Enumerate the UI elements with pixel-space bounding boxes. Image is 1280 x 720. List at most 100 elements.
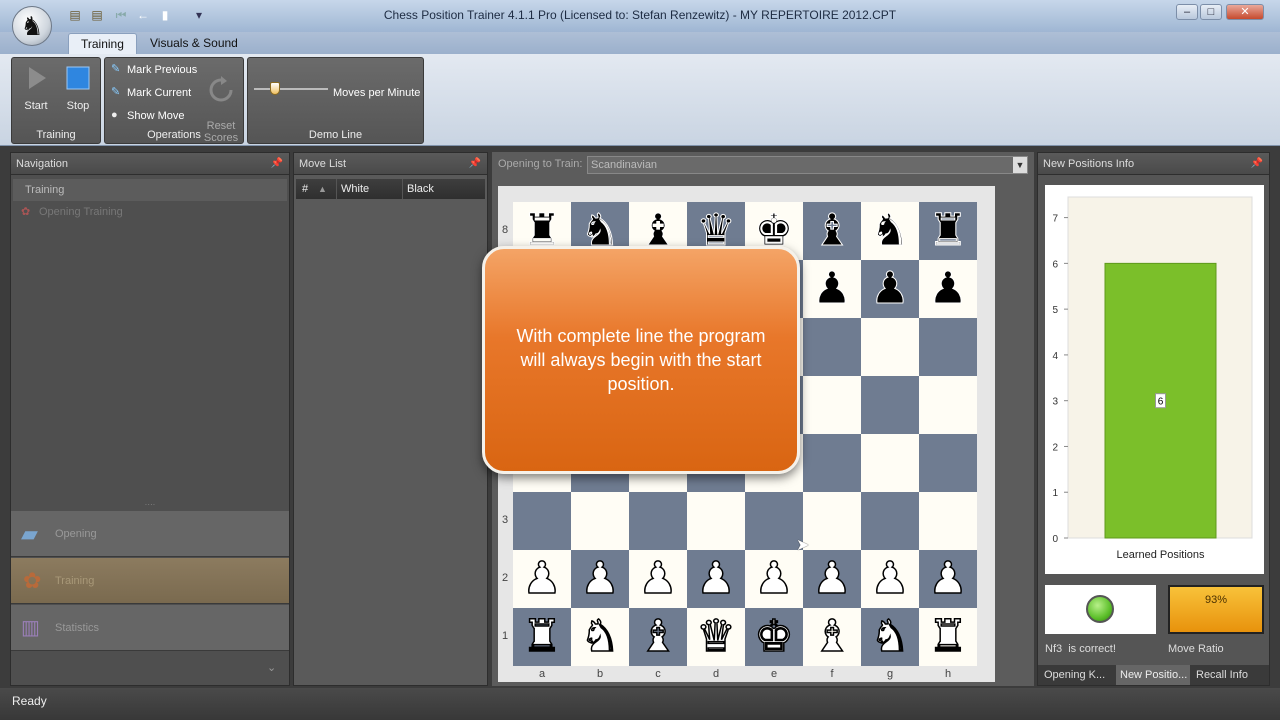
nav-button-training[interactable]: ✿ Training (11, 558, 289, 604)
white-pawn-icon[interactable]: ♟ (870, 552, 911, 605)
nav-button-opening[interactable]: ▰ Opening (11, 511, 289, 557)
white-rook-icon[interactable]: ♜ (522, 610, 563, 663)
pin-icon[interactable]: 📌 (1251, 153, 1263, 175)
white-pawn-icon[interactable]: ♟ (696, 552, 737, 605)
pin-icon[interactable]: 📌 (469, 153, 481, 175)
nav-section-training[interactable]: Training (13, 179, 287, 201)
first-move-icon[interactable]: ⏮ (114, 8, 128, 22)
database-save-icon[interactable]: ▤ (90, 8, 104, 22)
mark-current-button[interactable]: ✎ Mark Current (109, 83, 191, 103)
close-button[interactable]: ✕ (1226, 4, 1264, 20)
white-bishop-icon[interactable]: ♝ (812, 610, 853, 663)
square-g1[interactable]: ♞ (861, 608, 919, 666)
white-pawn-icon[interactable]: ♟ (754, 552, 795, 605)
square-a2[interactable]: ♟ (513, 550, 571, 608)
square-f4[interactable] (803, 434, 861, 492)
pin-icon[interactable]: 📌 (271, 153, 283, 175)
square-f5[interactable] (803, 376, 861, 434)
database-icon[interactable]: ▤ (68, 8, 82, 22)
chevron-down-icon[interactable]: ▼ (1013, 157, 1027, 173)
square-h6[interactable] (919, 318, 977, 376)
start-button[interactable]: Start (14, 62, 58, 112)
column-header-number[interactable]: # (302, 179, 308, 199)
square-f2[interactable]: ♟ (803, 550, 861, 608)
square-e3[interactable] (745, 492, 803, 550)
white-pawn-icon[interactable]: ♟ (522, 552, 563, 605)
tab-visuals-sound[interactable]: Visuals & Sound (138, 33, 250, 54)
square-h2[interactable]: ♟ (919, 550, 977, 608)
white-king-icon[interactable]: ♚ (754, 610, 795, 663)
square-b1[interactable]: ♞ (571, 608, 629, 666)
square-g5[interactable] (861, 376, 919, 434)
square-h5[interactable] (919, 376, 977, 434)
square-g3[interactable] (861, 492, 919, 550)
square-h8[interactable]: ♜ (919, 202, 977, 260)
square-a1[interactable]: ♜ (513, 608, 571, 666)
stop-button[interactable]: Stop (56, 62, 100, 112)
tab-recall-info[interactable]: Recall Info (1192, 665, 1266, 685)
maximize-button[interactable]: □ (1200, 4, 1222, 20)
square-h7[interactable]: ♟ (919, 260, 977, 318)
square-f8[interactable]: ♝ (803, 202, 861, 260)
white-pawn-icon[interactable]: ♟ (928, 552, 969, 605)
nav-button-statistics[interactable]: ▥ Statistics (11, 605, 289, 651)
customize-dropdown-icon[interactable]: ▾ (192, 8, 206, 22)
white-bishop-icon[interactable]: ♝ (638, 610, 679, 663)
square-e1[interactable]: ♚ (745, 608, 803, 666)
black-bishop-icon[interactable]: ♝ (812, 205, 852, 257)
opening-select[interactable]: Scandinavian ▼ (587, 156, 1028, 174)
square-h3[interactable] (919, 492, 977, 550)
column-header-black[interactable]: Black (402, 179, 434, 199)
moves-per-minute-slider[interactable] (254, 82, 328, 96)
black-pawn-icon[interactable]: ♟ (870, 263, 910, 315)
square-h1[interactable]: ♜ (919, 608, 977, 666)
nav-expand-chevron-icon[interactable]: ⌄ (267, 661, 276, 674)
app-menu-button[interactable]: ♞ (12, 6, 52, 46)
white-knight-icon[interactable]: ♞ (870, 610, 911, 663)
white-knight-icon[interactable]: ♞ (580, 610, 621, 663)
mark-previous-button[interactable]: ✎ Mark Previous (109, 60, 197, 80)
square-f6[interactable] (803, 318, 861, 376)
square-d3[interactable] (687, 492, 745, 550)
square-g2[interactable]: ♟ (861, 550, 919, 608)
square-c1[interactable]: ♝ (629, 608, 687, 666)
black-knight-icon[interactable]: ♞ (870, 205, 910, 257)
tab-opening-knowledge[interactable]: Opening K... (1040, 665, 1114, 685)
white-pawn-icon[interactable]: ♟ (580, 552, 621, 605)
black-rook-icon[interactable]: ♜ (928, 205, 968, 257)
square-g7[interactable]: ♟ (861, 260, 919, 318)
square-e2[interactable]: ♟ (745, 550, 803, 608)
black-pawn-icon[interactable]: ♟ (928, 263, 968, 315)
show-move-button[interactable]: ● Show Move (109, 106, 184, 126)
square-d1[interactable]: ♛ (687, 608, 745, 666)
tab-training[interactable]: Training (68, 33, 137, 54)
splitter-handle[interactable]: ···· (11, 501, 289, 509)
square-h4[interactable] (919, 434, 977, 492)
slider-thumb[interactable] (270, 82, 280, 95)
white-pawn-icon[interactable]: ♟ (812, 552, 853, 605)
square-f1[interactable]: ♝ (803, 608, 861, 666)
nav-item-opening-training[interactable]: ✿ Opening Training (11, 201, 289, 223)
square-c2[interactable]: ♟ (629, 550, 687, 608)
square-c3[interactable] (629, 492, 687, 550)
white-pawn-icon[interactable]: ♟ (638, 552, 679, 605)
move-ratio-box: 93% (1168, 585, 1264, 634)
square-b3[interactable] (571, 492, 629, 550)
black-pawn-icon[interactable]: ♟ (812, 263, 852, 315)
tab-new-positions[interactable]: New Positio... (1116, 665, 1190, 685)
back-arrow-icon[interactable]: ← (136, 8, 150, 22)
white-queen-icon[interactable]: ♛ (696, 610, 737, 663)
square-a3[interactable] (513, 492, 571, 550)
square-f7[interactable]: ♟ (803, 260, 861, 318)
square-g6[interactable] (861, 318, 919, 376)
white-rook-icon[interactable]: ♜ (928, 610, 969, 663)
square-f3[interactable] (803, 492, 861, 550)
square-b2[interactable]: ♟ (571, 550, 629, 608)
square-g4[interactable] (861, 434, 919, 492)
minimize-button[interactable]: ‒ (1176, 4, 1198, 20)
y-tick-label: 1 (1052, 488, 1058, 499)
book-icon[interactable]: ▮ (158, 8, 172, 22)
square-g8[interactable]: ♞ (861, 202, 919, 260)
column-header-white[interactable]: White (336, 179, 400, 199)
square-d2[interactable]: ♟ (687, 550, 745, 608)
